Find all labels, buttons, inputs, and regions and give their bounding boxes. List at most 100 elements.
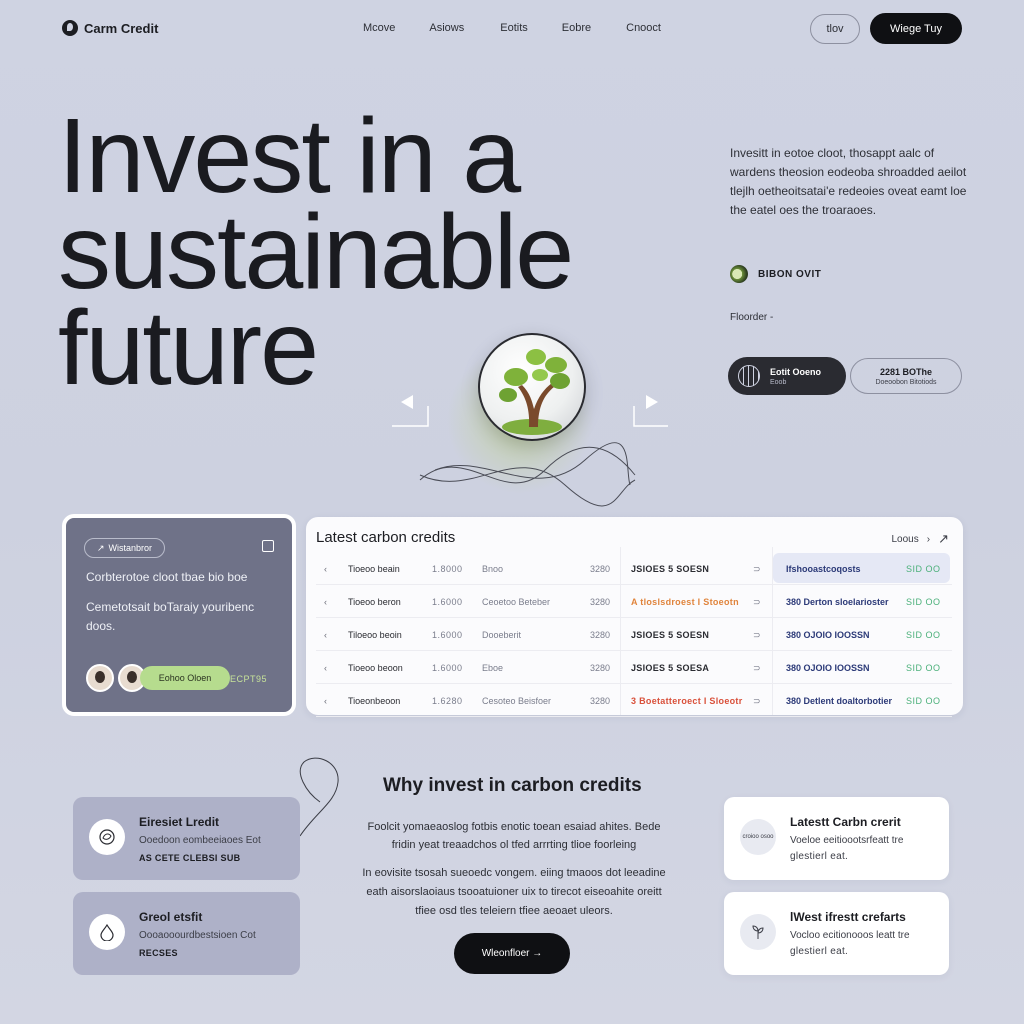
row-price: 3280 <box>590 663 611 673</box>
row-price: 3280 <box>590 696 611 706</box>
side-card-sub: Ooedoon eombeeiaoes Eot <box>139 835 261 846</box>
why-paragraph-1: Foolcit yomaeaoslog fotbis enotic toean … <box>367 821 661 851</box>
row-price: 3280 <box>590 630 611 640</box>
side-card-left-2[interactable]: Greol etsfit Oooaooourdbestsioen Cot REC… <box>73 892 300 975</box>
pill-dark-title: Eotit Ooeno <box>770 366 821 377</box>
badge-icon: croioo osoo <box>740 819 776 855</box>
row-name: Tioeonbeoon <box>348 696 401 706</box>
credits-table: Latest carbon credits Loous › ↗ ‹ Tioeoo … <box>306 517 963 717</box>
table-row[interactable]: ‹ Tioeoo beron 1.6000 Ceoetoo Beteber 3280 A … <box>316 586 952 618</box>
row-symbol: 3 Boetatteroect I Sloeotr <box>631 696 743 706</box>
pill-outline-sub: Doeoobon Bitotiods <box>875 378 937 386</box>
secondary-pill-button[interactable]: 2281 BOThe Doeoobon Bitotiods <box>850 358 962 394</box>
table-row[interactable]: ‹ Tioeoo beoon 1.6000 Eboe 3280 JSIOES 5 SOES… <box>316 652 952 684</box>
row-type: Cesoteo Beisfoer <box>482 696 552 706</box>
nav-links: Mcove Asiows Eotits Eobre Cnooct <box>363 22 661 34</box>
row-arrow-icon: ⊃ <box>753 663 761 673</box>
row-expand-icon[interactable]: ‹ <box>324 564 327 574</box>
primary-pill-button[interactable]: Eotit Ooeno Eoob <box>728 357 846 395</box>
expand-icon[interactable] <box>262 540 274 552</box>
side-card-title: Greol etsfit <box>139 910 203 924</box>
nav-link-5[interactable]: Cnooct <box>626 22 661 34</box>
hero-title-line-1: Invest in a <box>58 97 521 215</box>
row-expand-icon[interactable]: ‹ <box>324 663 327 673</box>
side-card-right-2[interactable]: lWest ifrestt crefarts Vocloo ecitionooo… <box>724 892 949 975</box>
side-card-meta: RECSES <box>139 948 178 958</box>
row-symbol: A tloslsdroest I Stoeotn <box>631 597 739 607</box>
side-card-sub: Vocloo ecitionooos leatt tre <box>790 930 910 941</box>
side-card-right-1[interactable]: croioo osoo Latestt Carbn crerit Voeloe … <box>724 797 949 880</box>
login-button[interactable]: tlov <box>810 14 860 44</box>
nav-link-1[interactable]: Mcove <box>363 22 395 34</box>
row-arrow-icon: ⊃ <box>753 630 761 640</box>
row-type: Eboe <box>482 663 504 673</box>
play-right-icon[interactable] <box>632 392 672 432</box>
chevron-right-icon: › <box>926 533 931 545</box>
logo-text: Carm Credit <box>84 20 159 36</box>
row-type: Bnoo <box>482 564 504 574</box>
row-arrow-icon: ⊃ <box>753 564 761 574</box>
nav-link-2[interactable]: Asiows <box>429 22 464 34</box>
row-amount: 1.8000 <box>432 564 463 574</box>
why-title: Why invest in carbon credits <box>383 775 642 796</box>
row-sid: SID OO <box>906 564 941 574</box>
featured-pill[interactable]: Eohoo Oloen <box>140 666 230 690</box>
hero-description: Invesitt in eotoe cloot, thosappt aalc o… <box>730 146 967 217</box>
side-card-title: lWest ifrestt crefarts <box>790 910 906 924</box>
row-id: Ifshooastcoqosts <box>786 564 861 574</box>
pill-outline-title: 2281 BOThe <box>879 366 933 377</box>
featured-line-2: Cemetotsait boTaraiy youribenc doos. <box>86 600 255 633</box>
row-id: 380 Detlent doaltorbotier <box>786 696 893 706</box>
row-expand-icon[interactable]: ‹ <box>324 696 327 706</box>
row-price: 3280 <box>590 564 611 574</box>
logo[interactable]: Carm Credit <box>62 20 158 36</box>
row-id: 380 OJOIO IOOSSN <box>786 663 870 673</box>
tree-icon <box>499 349 570 435</box>
row-name: Tiloeoo beoin <box>348 630 402 640</box>
row-sid: SID OO <box>906 630 941 640</box>
loop-decoration <box>299 757 339 837</box>
view-all-link[interactable]: Loous › ↗ <box>892 531 950 547</box>
globe-icon <box>738 365 760 387</box>
nav-link-4[interactable]: Eobre <box>562 22 591 34</box>
logo-icon <box>62 20 78 36</box>
learn-more-button[interactable]: Wleonfloer → <box>454 933 570 974</box>
row-type: Ceoetoo Beteber <box>482 597 551 607</box>
row-amount: 1.6000 <box>432 630 463 640</box>
row-name: Tioeoo beoon <box>348 663 403 673</box>
play-left-icon[interactable] <box>392 392 432 432</box>
status-dot-icon <box>730 265 748 283</box>
nav-link-3[interactable]: Eotits <box>500 22 528 34</box>
table-row[interactable]: ‹ Tioeonbeoon 1.6280 Cesoteo Beisfoer 3280 3 … <box>316 685 952 717</box>
row-sid: SID OO <box>906 597 941 607</box>
side-card-meta: glestierl eat. <box>790 851 849 862</box>
side-card-left-1[interactable]: Eiresiet Lredit Ooedoon eombeeiaoes Eot … <box>73 797 300 880</box>
wave-lines-decoration <box>419 442 636 507</box>
row-name: Tioeoo beron <box>348 597 401 607</box>
row-symbol: JSIOES 5 SOESN <box>631 630 710 640</box>
row-arrow-icon: ⊃ <box>753 597 761 607</box>
featured-price: ECPT95 <box>230 674 268 684</box>
table-row[interactable]: ‹ Tioeoo beain 1.8000 Bnoo 3280 JSIOES 5 SOES… <box>316 553 952 585</box>
row-sid: SID OO <box>906 663 941 673</box>
row-amount: 1.6000 <box>432 663 463 673</box>
side-card-meta: glestierl eat. <box>790 946 849 957</box>
view-all-label: Loous <box>891 533 919 545</box>
row-type: Dooeberit <box>482 630 522 640</box>
signup-button[interactable]: Wiege Tuy <box>870 13 962 44</box>
row-expand-icon[interactable]: ‹ <box>324 597 327 607</box>
table-row[interactable]: ‹ Tiloeoo beoin 1.6000 Dooeberit 3280 JSIOES … <box>316 619 952 651</box>
row-name: Tioeoo beain <box>348 564 400 574</box>
side-card-title: Latestt Carbn crerit <box>790 815 901 829</box>
row-expand-icon[interactable]: ‹ <box>324 630 327 640</box>
featured-card[interactable]: Wistanbror Corbterotoe cloot tbae bio bo… <box>62 514 296 716</box>
drop-badge-icon <box>89 914 125 950</box>
row-amount: 1.6000 <box>432 597 463 607</box>
row-arrow-icon: ⊃ <box>753 696 761 706</box>
row-sid: SID OO <box>906 696 941 706</box>
row-amount: 1.6280 <box>432 696 463 706</box>
row-id: 380 OJOIO IOOSSN <box>786 630 870 640</box>
arrow-up-right-icon: ↗ <box>938 531 949 546</box>
side-card-title: Eiresiet Lredit <box>139 815 220 829</box>
status-row: BIBON OVIT <box>730 265 821 283</box>
